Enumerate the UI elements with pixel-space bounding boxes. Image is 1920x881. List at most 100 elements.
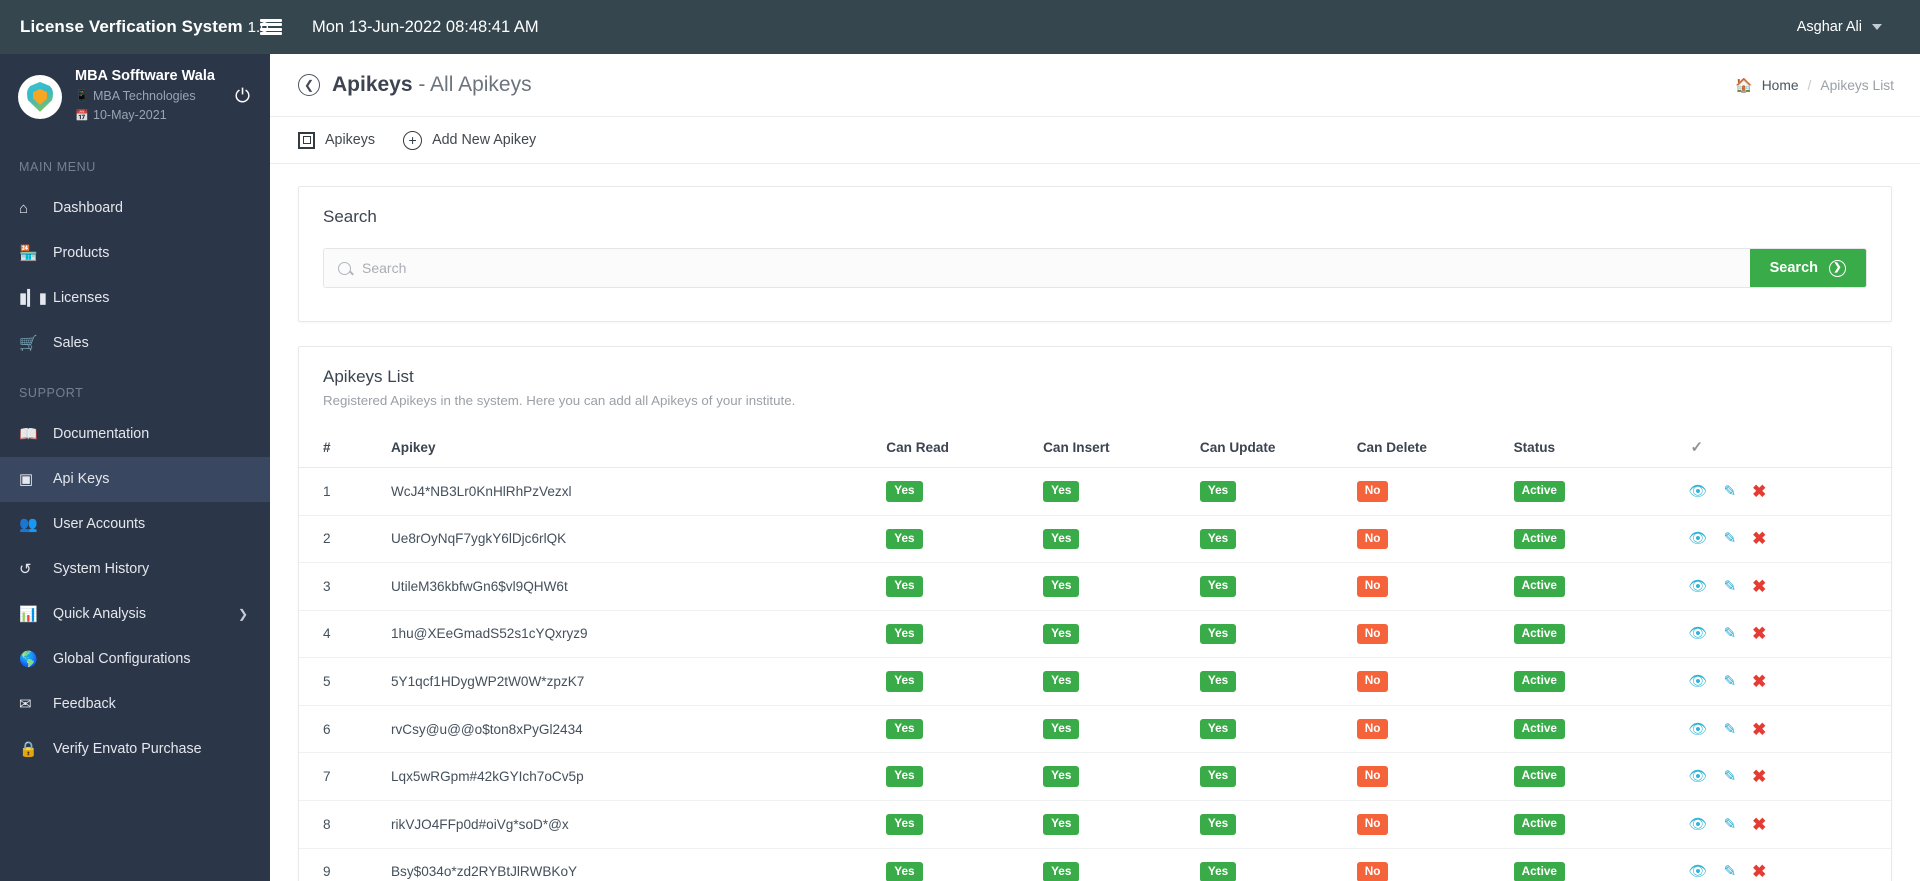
column-header-apikey: Apikey [390,427,887,468]
eye-icon[interactable]: 👁 [1689,531,1708,546]
close-x-icon[interactable]: ✖ [1752,768,1766,785]
cell-can-read: Yes [886,752,1044,801]
sidebar-item-dashboard[interactable]: ⌂ Dashboard [0,186,270,231]
back-arrow-icon[interactable]: ❮ [298,74,320,96]
search-input[interactable] [362,260,1750,276]
close-x-icon[interactable]: ✖ [1752,625,1766,642]
sidebar-item-licenses[interactable]: ▮▎▮ Licenses [0,276,270,321]
cell-apikey: rvCsy@u@@o$ton8xPyGl2434 [390,705,887,754]
top-bar: License Verfication System 1.0 Mon 13-Ju… [0,0,1920,54]
sidebar-item-feedback[interactable]: ✉ Feedback [0,682,270,727]
pencil-square-icon[interactable]: ✎ [1724,674,1737,689]
eye-icon[interactable]: 👁 [1689,674,1708,689]
status-badge: No [1356,861,1389,881]
cell-index: 8 [299,800,391,849]
cell-actions: 👁 ✎ ✖ [1684,610,1891,659]
sidebar-item-quick-analysis[interactable]: 📊 Quick Analysis ❯ [0,592,270,637]
pencil-square-icon[interactable]: ✎ [1724,579,1737,594]
cell-can-insert: Yes [1043,515,1200,564]
column-header-can-delete: Can Delete [1356,427,1514,468]
cell-can-update: Yes [1199,562,1357,611]
cell-can-update: Yes [1199,705,1357,754]
close-x-icon[interactable]: ✖ [1752,721,1766,738]
close-x-icon[interactable]: ✖ [1752,483,1766,500]
status-badge: Yes [1043,576,1080,597]
sidebar-item-global-configurations[interactable]: 🌎 Global Configurations [0,637,270,682]
sidebar-item-api-keys[interactable]: ▣ Api Keys [0,456,270,502]
sidebar-item-verify-envato-purchase[interactable]: 🔒 Verify Envato Purchase [0,727,270,772]
sidebar-item-label: Dashboard [53,200,123,217]
sidebar-item-user-accounts[interactable]: 👥 User Accounts [0,502,270,547]
cell-status: Active [1513,467,1685,516]
hamburger-icon[interactable] [260,18,282,36]
close-x-icon[interactable]: ✖ [1752,673,1766,690]
eye-icon[interactable]: 👁 [1689,626,1708,641]
cell-can-insert: Yes [1043,848,1200,881]
status-badge: Yes [1043,671,1080,692]
pencil-square-icon[interactable]: ✎ [1724,817,1737,832]
lock-icon: 🔒 [19,741,38,759]
status-badge: No [1356,766,1389,787]
cell-index: 3 [299,562,391,611]
status-badge: Yes [1199,671,1237,692]
app-shell: MBA Sofftware Wala 📱 MBA Technologies 📅 … [0,54,1920,881]
close-x-icon[interactable]: ✖ [1752,863,1766,880]
check-icon[interactable]: ✓ [1684,427,1891,468]
cell-can-update: Yes [1199,752,1357,801]
main-content: ❮ Apikeys - All Apikeys 🏠 Home / Apikeys… [270,54,1920,881]
history-icon: ↺ [19,561,32,579]
sidebar-item-sales[interactable]: 🛒 Sales [0,321,270,366]
eye-icon[interactable]: 👁 [1689,817,1708,832]
calendar-icon: 📅 [75,109,89,122]
eye-icon[interactable]: 👁 [1689,769,1708,784]
sidebar-item-label: Sales [53,335,89,352]
close-x-icon[interactable]: ✖ [1752,578,1766,595]
power-icon[interactable]: ⏻ [231,82,254,112]
sidebar-item-label: Products [53,245,110,262]
pencil-square-icon[interactable]: ✎ [1724,484,1737,499]
cell-apikey: 5Y1qcf1HDygWP2tW0W*zpzK7 [390,657,887,706]
apikey-icon: ▣ [19,471,34,489]
sidebar-item-products[interactable]: 🏪 Products [0,231,270,276]
status-badge: Yes [886,813,923,835]
cell-actions: 👁 ✎ ✖ [1684,515,1891,564]
eye-icon[interactable]: 👁 [1689,722,1708,737]
eye-icon[interactable]: 👁 [1689,579,1708,594]
cell-index: 4 [299,610,391,659]
pencil-square-icon[interactable]: ✎ [1724,626,1737,641]
search-button[interactable]: Search ❯ [1749,249,1866,287]
brand-name: License Verfication System [20,17,243,36]
search-button-label: Search [1769,260,1818,276]
pencil-square-icon[interactable]: ✎ [1724,531,1737,546]
pencil-square-icon[interactable]: ✎ [1724,864,1737,879]
breadcrumb-home-link[interactable]: Home [1762,78,1799,93]
cell-index: 9 [299,848,391,881]
search-card-title: Search [323,207,377,226]
sidebar-profile: MBA Sofftware Wala 📱 MBA Technologies 📅 … [0,54,270,140]
search-row: Search ❯ [323,248,1867,288]
pencil-square-icon[interactable]: ✎ [1724,722,1737,737]
add-new-apikey-button[interactable]: + Add New Apikey [403,130,536,150]
apikeys-button[interactable]: Apikeys [298,131,375,149]
cell-can-insert: Yes [1043,657,1200,706]
status-badge: Yes [1199,623,1237,645]
sidebar-item-label: User Accounts [53,516,146,533]
breadcrumb-separator: / [1807,77,1812,93]
cell-status: Active [1513,562,1685,611]
status-badge: No [1356,623,1389,645]
row-actions: 👁 ✎ ✖ [1685,625,1883,642]
eye-icon[interactable]: 👁 [1689,864,1708,879]
sidebar-item-documentation[interactable]: 📖 Documentation [0,412,270,457]
cell-index: 5 [299,657,391,706]
status-badge: No [1356,528,1389,550]
sidebar-item-system-history[interactable]: ↺ System History [0,547,270,592]
close-x-icon[interactable]: ✖ [1752,816,1766,833]
content-scroll-area[interactable]: Search Search ❯ Apikeys List Registered … [270,164,1920,881]
eye-icon[interactable]: 👁 [1689,484,1708,499]
status-badge: No [1356,481,1389,502]
user-menu[interactable]: Asghar Ali [1797,19,1882,35]
close-x-icon[interactable]: ✖ [1752,530,1766,547]
pencil-square-icon[interactable]: ✎ [1724,769,1737,784]
cell-index: 6 [299,705,391,754]
page-title-sub: - All Apikeys [412,73,532,96]
